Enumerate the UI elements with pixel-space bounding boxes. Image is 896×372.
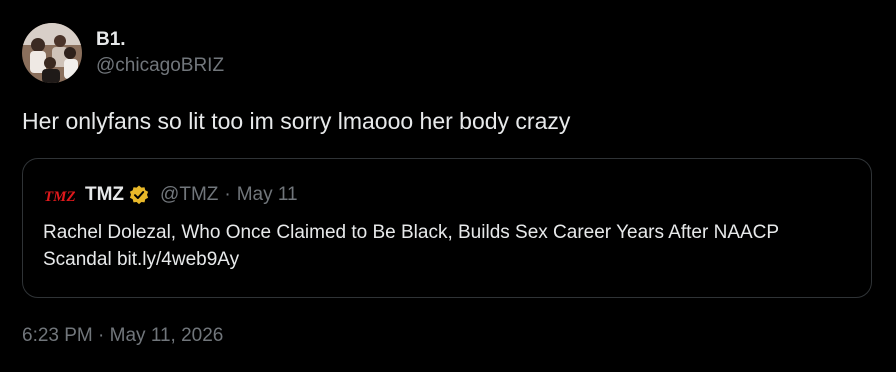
author-display-name[interactable]: B1.: [96, 28, 224, 52]
author-handle[interactable]: @chicagoBRIZ: [96, 54, 224, 78]
quoted-tweet-card[interactable]: TMZ TMZ @TMZ · May 11 Rachel Dolezal, Wh…: [22, 158, 872, 298]
tweet-timestamp: 6:23 PM · May 11, 2026: [22, 322, 223, 350]
avatar[interactable]: [22, 23, 82, 83]
quoted-separator: ·: [224, 184, 231, 205]
tweet-date[interactable]: May 11, 2026: [110, 325, 224, 346]
tmz-logo-icon: TMZ: [43, 186, 76, 205]
timestamp-separator: ·: [98, 325, 105, 346]
quoted-tweet-text: Rachel Dolezal, Who Once Claimed to Be B…: [43, 222, 779, 270]
quoted-author-handle[interactable]: @TMZ: [160, 184, 218, 206]
quoted-date[interactable]: May 11: [237, 184, 298, 206]
tweet-text: Her onlyfans so lit too im sorry lmaooo …: [22, 108, 571, 134]
quoted-author-name[interactable]: TMZ: [85, 184, 124, 206]
tweet-author: B1. @chicagoBRIZ: [22, 22, 872, 84]
tmz-logo-text: TMZ: [44, 189, 75, 204]
tweet: B1. @chicagoBRIZ Her onlyfans so lit too…: [0, 0, 896, 372]
author-names: B1. @chicagoBRIZ: [96, 28, 224, 78]
tweet-time[interactable]: 6:23 PM: [22, 325, 93, 346]
tweet-body: Her onlyfans so lit too im sorry lmaooo …: [22, 106, 570, 136]
verified-badge-icon: [128, 184, 150, 206]
avatar-photo-icon: [22, 23, 82, 83]
quoted-tweet-header: TMZ TMZ @TMZ · May 11: [43, 181, 851, 209]
